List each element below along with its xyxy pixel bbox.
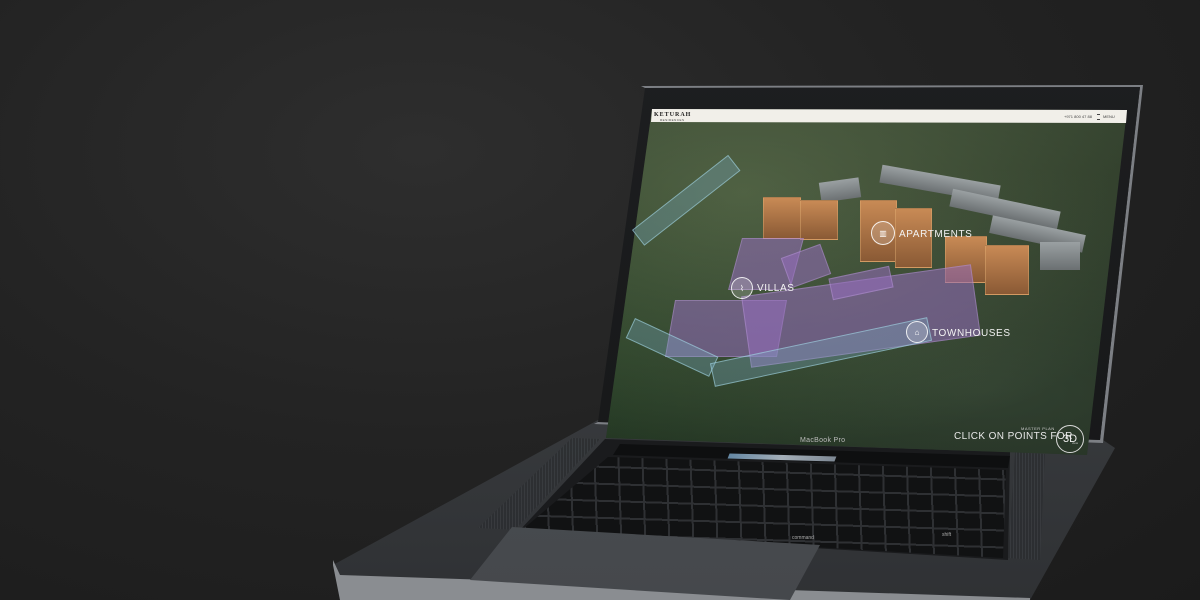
scene: command shift MacBook Pro KETURAH RESIDE… — [0, 0, 1200, 600]
click-points-text: CLICK ON POINTS FOR — [954, 431, 1073, 442]
key-label: shift — [942, 532, 952, 538]
menu-button[interactable]: MENU — [1103, 114, 1115, 119]
villas-label[interactable]: VILLAS — [757, 283, 795, 294]
townhouses-hotspot[interactable]: ⌂ — [906, 321, 928, 343]
model-label: MacBook Pro — [800, 437, 846, 444]
villas-hotspot[interactable]: ⌇ — [731, 277, 753, 299]
header-phone-link[interactable]: +971 800 47 88 — [1064, 114, 1092, 119]
apartments-hotspot[interactable]: ▥ — [871, 221, 895, 245]
3d-view-sublabel: view — [1072, 441, 1079, 445]
key-label: command — [792, 535, 814, 541]
hamburger-menu-icon[interactable] — [1097, 114, 1100, 120]
apartments-label[interactable]: APARTMENTS — [899, 229, 972, 240]
townhouse-icon: ⌂ — [914, 327, 920, 337]
palm-tree-icon: ⌇ — [740, 283, 744, 293]
brand-subtitle: RESIDENCES — [660, 118, 685, 122]
townhouses-label[interactable]: TOWNHOUSES — [932, 328, 1011, 339]
3d-view-button[interactable]: 3D — [1056, 425, 1084, 453]
building-icon: ▥ — [879, 228, 887, 238]
